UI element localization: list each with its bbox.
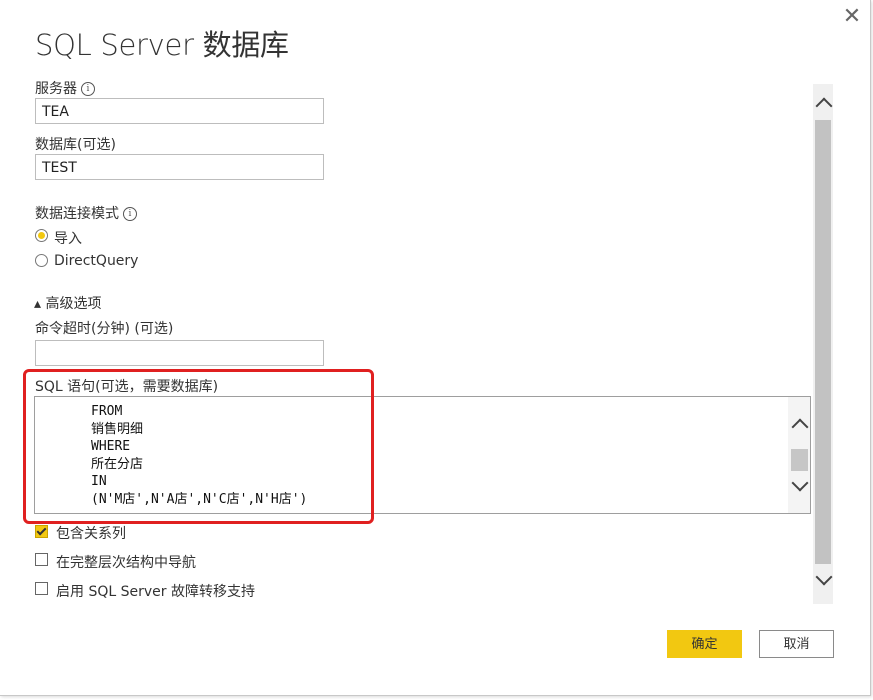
ok-button[interactable]: 确定: [667, 630, 742, 658]
chevron-up-icon[interactable]: [815, 97, 833, 115]
chevron-up-icon[interactable]: [791, 418, 809, 436]
sql-scrollbar[interactable]: [788, 397, 810, 513]
sql-statement-text[interactable]: FROM 销售明细 WHERE 所在分店 IN (N'M店',N'A店',N'C…: [91, 403, 307, 509]
advanced-options-toggle[interactable]: ▴ 高级选项: [34, 293, 101, 313]
cancel-button[interactable]: 取消: [759, 630, 834, 658]
directquery-radio[interactable]: [35, 254, 48, 267]
main-scrollbar[interactable]: [813, 84, 833, 604]
include-relationship-columns-label[interactable]: 包含关系列: [56, 523, 126, 543]
connectivity-mode-label-text: 数据连接模式: [35, 206, 119, 222]
server-label: 服务器 i: [35, 78, 95, 98]
directquery-radio-label[interactable]: DirectQuery: [54, 253, 138, 269]
sql-statement-textarea[interactable]: FROM 销售明细 WHERE 所在分店 IN (N'M店',N'A店',N'C…: [34, 396, 811, 514]
sql-statement-label: SQL 语句(可选，需要数据库): [35, 379, 219, 395]
dialog-title: SQL Server 数据库: [35, 28, 289, 62]
import-radio-label[interactable]: 导入: [54, 228, 82, 248]
chevron-down-icon[interactable]: [791, 474, 809, 492]
main-scrollbar-thumb[interactable]: [815, 120, 831, 564]
failover-support-label[interactable]: 启用 SQL Server 故障转移支持: [56, 581, 255, 601]
chevron-down-icon[interactable]: [815, 568, 833, 586]
info-icon[interactable]: i: [81, 82, 95, 96]
failover-support-checkbox[interactable]: [35, 582, 48, 595]
navigate-full-hierarchy-label[interactable]: 在完整层次结构中导航: [56, 552, 196, 572]
database-input[interactable]: TEST: [35, 154, 324, 180]
sql-scrollbar-thumb[interactable]: [791, 449, 808, 471]
connectivity-mode-label: 数据连接模式 i: [35, 203, 137, 223]
database-label: 数据库(可选): [35, 137, 116, 153]
sql-server-dialog: ✕ SQL Server 数据库 服务器 i TEA 数据库(可选) TEST 数…: [0, 0, 871, 696]
command-timeout-label: 命令超时(分钟) (可选): [35, 321, 174, 337]
import-radio[interactable]: [35, 229, 48, 242]
navigate-full-hierarchy-checkbox[interactable]: [35, 553, 48, 566]
server-label-text: 服务器: [35, 81, 77, 97]
info-icon[interactable]: i: [123, 207, 137, 221]
include-relationship-columns-checkbox[interactable]: [35, 525, 48, 538]
server-input[interactable]: TEA: [35, 98, 324, 124]
command-timeout-input[interactable]: [35, 340, 324, 366]
close-icon[interactable]: ✕: [838, 4, 866, 32]
